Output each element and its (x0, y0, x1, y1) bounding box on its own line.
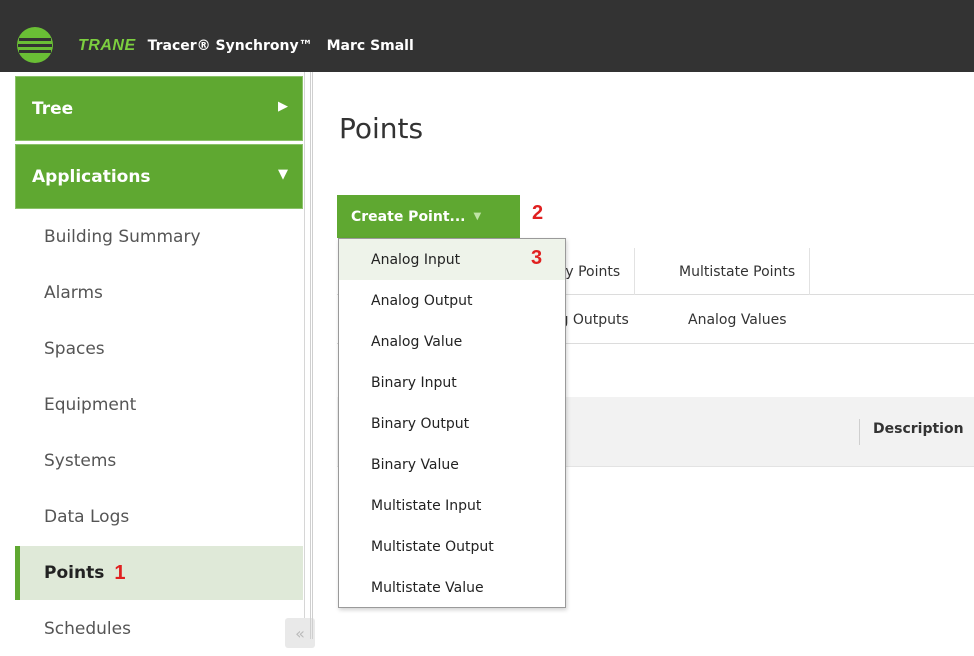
step-annotation-2: 2 (532, 202, 544, 224)
menu-item-multistate-output[interactable]: Multistate Output (339, 526, 565, 567)
menu-item-label: Multistate Output (371, 538, 494, 555)
app-header: TRANE Tracer® Synchrony™ Marc Small (0, 0, 974, 72)
product-name: Tracer® Synchrony™ (147, 38, 313, 54)
sidebar-item-label: Building Summary (44, 227, 201, 247)
create-point-menu: Analog Input 3 Analog Output Analog Valu… (338, 238, 566, 608)
sidebar-item-equipment[interactable]: Equipment (15, 378, 303, 432)
brand-bar: TRANE Tracer® Synchrony™ Marc Small (78, 34, 414, 58)
step-annotation-3: 3 (531, 247, 543, 269)
tab-analog-values[interactable]: Analog Values (674, 296, 801, 343)
trane-logo-icon (17, 27, 53, 63)
sidebar-applications-header[interactable]: Applications ▼ (15, 144, 303, 209)
user-name[interactable]: Marc Small (327, 38, 414, 54)
create-point-label: Create Point... (351, 208, 466, 225)
sidebar-item-alarms[interactable]: Alarms (15, 266, 303, 320)
tab-label: Multistate Points (679, 263, 796, 280)
menu-item-label: Analog Input (371, 251, 461, 268)
sidebar-item-label: Spaces (44, 339, 105, 359)
menu-item-label: Analog Output (371, 292, 473, 309)
applications-label: Applications (32, 166, 151, 187)
sidebar-item-label: Points (44, 563, 105, 583)
create-point-button[interactable]: Create Point... ▼ (337, 195, 520, 238)
menu-item-multistate-value[interactable]: Multistate Value (339, 567, 565, 608)
menu-item-multistate-input[interactable]: Multistate Input (339, 485, 565, 526)
step-annotation-1: 1 (114, 561, 126, 584)
brand-name: TRANE (78, 37, 136, 54)
sidebar-item-label: Systems (44, 451, 117, 471)
sidebar-item-systems[interactable]: Systems (15, 434, 303, 488)
sidebar-item-data-logs[interactable]: Data Logs (15, 490, 303, 544)
sidebar: Tree ▶ Applications ▼ Building Summary A… (15, 72, 315, 648)
caret-down-icon: ▼ (473, 211, 482, 222)
page-title: Points (339, 112, 424, 145)
column-divider[interactable] (859, 419, 860, 445)
double-chevron-left-icon: « (295, 623, 305, 643)
menu-item-analog-input[interactable]: Analog Input 3 (339, 239, 565, 280)
menu-item-binary-output[interactable]: Binary Output (339, 403, 565, 444)
menu-item-label: Binary Value (371, 456, 459, 473)
menu-item-label: Analog Value (371, 333, 463, 350)
menu-item-label: Multistate Value (371, 579, 484, 596)
menu-item-binary-value[interactable]: Binary Value (339, 444, 565, 485)
tree-label: Tree (32, 98, 74, 119)
sidebar-splitter[interactable] (310, 72, 313, 639)
chevron-right-icon: ▶ (278, 99, 288, 114)
tab-multistate-points[interactable]: Multistate Points (665, 248, 811, 295)
sidebar-item-points[interactable]: Points 1 (15, 546, 303, 600)
menu-item-analog-output[interactable]: Analog Output (339, 280, 565, 321)
menu-item-analog-value[interactable]: Analog Value (339, 321, 565, 362)
sidebar-item-label: Data Logs (44, 507, 130, 527)
menu-item-label: Binary Input (371, 374, 457, 391)
sidebar-item-spaces[interactable]: Spaces (15, 322, 303, 376)
sidebar-item-building-summary[interactable]: Building Summary (15, 210, 303, 264)
tab-label: Analog Values (688, 311, 787, 328)
sidebar-item-schedules[interactable]: Schedules (15, 602, 303, 656)
menu-item-label: Multistate Input (371, 497, 482, 514)
menu-item-binary-input[interactable]: Binary Input (339, 362, 565, 403)
sidebar-item-label: Equipment (44, 395, 137, 415)
chevron-down-icon: ▼ (278, 167, 288, 182)
sidebar-item-label: Schedules (44, 619, 131, 639)
sidebar-item-label: Alarms (44, 283, 103, 303)
column-header-description[interactable]: Description (873, 421, 964, 437)
menu-item-label: Binary Output (371, 415, 470, 432)
sidebar-tree-header[interactable]: Tree ▶ (15, 76, 303, 141)
